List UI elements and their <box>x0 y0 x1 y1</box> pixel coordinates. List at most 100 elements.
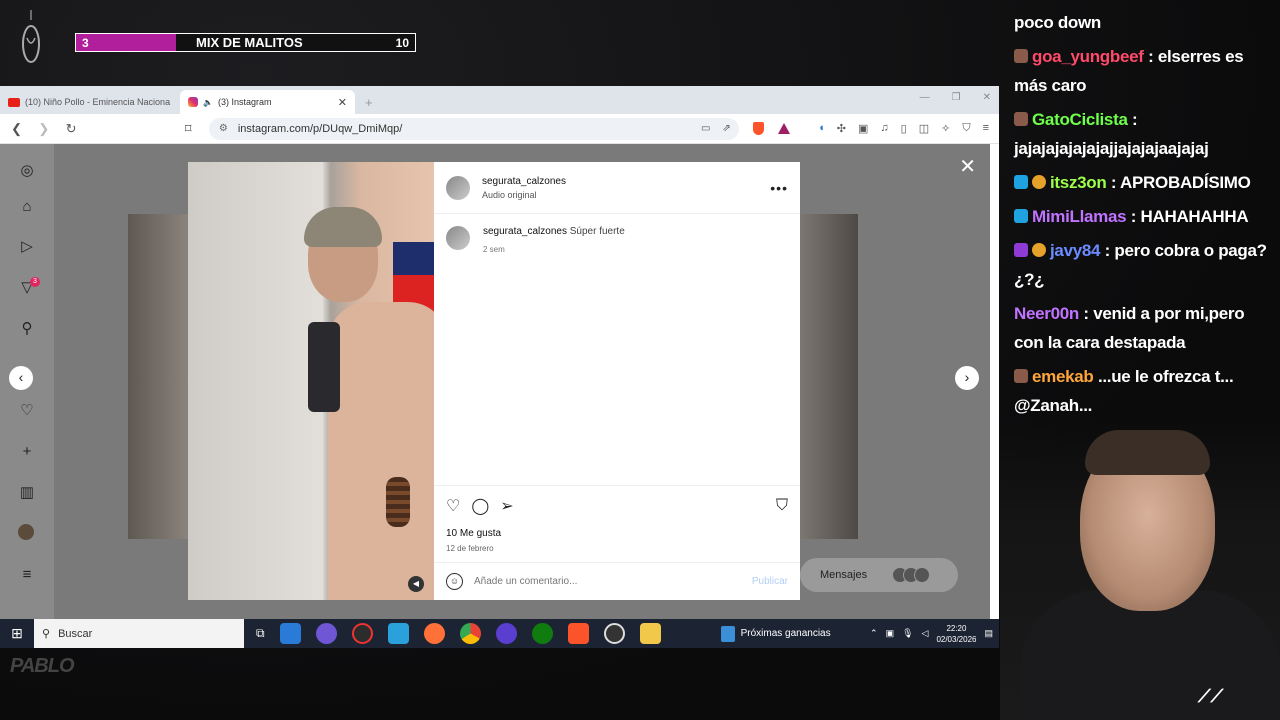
bookmark-icon[interactable]: ⌑ <box>182 121 195 137</box>
volume-icon[interactable]: ◁ <box>922 628 929 639</box>
puma-logo-icon: ⟋⟋ <box>1198 686 1224 706</box>
home-icon[interactable]: ⌂ <box>18 198 36 216</box>
forward-icon[interactable]: ❯ <box>37 121 50 137</box>
likes-count[interactable]: 10 Me gusta <box>446 528 788 539</box>
save-icon[interactable]: ⛉ <box>776 497 788 515</box>
restore-button[interactable]: ❐ <box>952 92 961 103</box>
emoji-icon[interactable]: ☺ <box>446 573 463 590</box>
badge-icon <box>1014 112 1028 126</box>
microphone-icon[interactable]: 🎙 <box>902 628 913 639</box>
publish-button[interactable]: Publicar <box>752 576 788 587</box>
post-modal: ◀ segurata_calzones Audio original ••• s… <box>188 162 800 600</box>
chat-message: MimiLlamas : HAHAHAHHA <box>1014 202 1276 231</box>
new-tab-button[interactable]: + <box>365 95 373 110</box>
caption-time: 2 sem <box>483 245 505 254</box>
music-icon[interactable]: ♫ <box>880 122 888 135</box>
instagram-logo-icon[interactable]: ◎ <box>18 162 36 180</box>
audio-icon[interactable]: ◖ <box>818 122 825 135</box>
chat-message: emekab ...ue le ofrezca t... @Zanah... <box>1014 362 1276 420</box>
cast-icon[interactable]: ▭ <box>701 123 710 134</box>
like-icon[interactable]: ♡ <box>446 496 460 516</box>
notifications-icon[interactable]: ♡ <box>18 402 36 420</box>
minimize-button[interactable]: — <box>920 92 930 103</box>
streamer-logo-icon <box>22 10 40 63</box>
site-settings-icon[interactable]: ⚙ <box>219 123 228 134</box>
badge-icon <box>1014 243 1028 257</box>
next-post-button[interactable]: › <box>955 366 979 390</box>
chrome-icon[interactable] <box>459 623 481 644</box>
taskbar-search[interactable]: ⚲ Buscar <box>34 619 244 648</box>
comment-icon[interactable]: ◯ <box>471 496 489 516</box>
task-view-icon[interactable]: ⧉ <box>256 626 265 641</box>
network-icon[interactable]: ▣ <box>886 628 895 639</box>
badge-icon <box>1014 175 1028 189</box>
tab-instagram[interactable]: 🔈 (3) Instagram ✕ <box>180 90 355 114</box>
comment-input[interactable]: Añade un comentario... <box>474 576 577 587</box>
more-menu-icon[interactable]: ≡ <box>18 566 36 584</box>
create-icon[interactable]: + <box>18 443 36 461</box>
volume-icon[interactable]: ◀ <box>408 576 424 592</box>
xbox-icon[interactable] <box>531 623 553 644</box>
brave-shields-icon[interactable] <box>752 122 765 135</box>
chat-username: Neer00n <box>1014 304 1079 323</box>
reload-icon[interactable]: ↻ <box>64 121 77 137</box>
close-modal-icon[interactable]: ✕ <box>959 154 976 179</box>
author-username[interactable]: segurata_calzones <box>482 176 566 187</box>
wallet-icon[interactable]: ◫ <box>919 122 929 135</box>
share-icon[interactable]: ➢ <box>500 496 513 516</box>
address-bar[interactable]: ⚙ instagram.com/p/DUqw_DmiMqp/ ▭ ⇗ <box>208 117 739 140</box>
media-player-icon[interactable] <box>495 623 517 644</box>
chat-message: goa_yungbeef : elserres es más caro <box>1014 42 1276 100</box>
clock[interactable]: 22:20 02/03/2026 <box>936 623 976 645</box>
notification-badge: 3 <box>30 277 40 287</box>
tab-youtube[interactable]: (10) Niño Pollo - Eminencia Naciona <box>0 90 180 114</box>
windows-start-icon[interactable]: ⊞ <box>0 625 34 642</box>
menu-icon[interactable]: ≡ <box>983 122 989 135</box>
obs-icon[interactable] <box>603 623 625 644</box>
window-controls: — ❐ ✕ <box>920 92 991 103</box>
profile-avatar[interactable] <box>18 524 34 540</box>
media-icon[interactable]: ▣ <box>858 122 868 135</box>
more-options-icon[interactable]: ••• <box>770 180 788 196</box>
chat-username: emekab <box>1032 367 1094 386</box>
extension-icon[interactable]: ✣ <box>837 122 846 135</box>
messages-pill[interactable]: Mensajes <box>800 558 958 592</box>
leo-icon[interactable]: ✧ <box>941 122 950 135</box>
news-widget[interactable]: Próximas ganancias <box>720 625 831 642</box>
caption-avatar[interactable] <box>446 226 470 250</box>
reels-icon[interactable]: ▷ <box>18 238 36 256</box>
post-media[interactable]: ◀ <box>188 162 434 600</box>
close-window-button[interactable]: ✕ <box>983 92 991 103</box>
tab-close-icon[interactable]: ✕ <box>338 96 347 109</box>
playlist-bar: 3 MIX DE MALITOS 10 <box>75 33 416 52</box>
address-toolbar: ❮ ❯ ↻ ⌑ ⚙ instagram.com/p/DUqw_DmiMqp/ ▭… <box>0 114 999 144</box>
author-avatar[interactable] <box>446 175 470 200</box>
stream-chat: poco down goa_yungbeef : elserres es más… <box>1014 8 1276 425</box>
speaker-icon: 🔈 <box>203 97 213 107</box>
dashboard-icon[interactable]: ▥ <box>18 484 36 502</box>
comment-box: ☺ Añade un comentario... Publicar <box>434 562 800 600</box>
sidebar-icon[interactable]: ▯ <box>901 122 907 135</box>
telegram-icon[interactable] <box>387 623 409 644</box>
notification-center-icon[interactable]: ▤ <box>984 628 993 639</box>
browser-window: (10) Niño Pollo - Eminencia Naciona 🔈 (3… <box>0 86 999 620</box>
back-icon[interactable]: ❮ <box>10 121 23 137</box>
brave-icon[interactable] <box>567 623 589 644</box>
chat-text: : APROBADÍSIMO <box>1106 173 1251 192</box>
instagram-page: ◎ ⌂ ▷ ▽ 3 ⚲ ♡ + ▥ ≡ ✕ ‹ › Mensajes ◀ seg… <box>0 144 990 620</box>
share-icon[interactable]: ⇗ <box>722 123 730 134</box>
vpn-icon[interactable]: ⛉ <box>962 122 970 135</box>
firefox-icon[interactable] <box>423 623 445 644</box>
brave-rewards-icon[interactable] <box>778 123 791 134</box>
chat-app-icon[interactable] <box>315 623 337 644</box>
search-icon[interactable]: ⚲ <box>18 320 36 338</box>
chevron-up-icon[interactable]: ⌃ <box>870 628 878 639</box>
caption-username[interactable]: segurata_calzones <box>483 226 567 237</box>
audio-label[interactable]: Audio original <box>482 190 566 200</box>
previous-post-button[interactable]: ‹ <box>9 366 33 390</box>
app-icon[interactable] <box>351 623 373 644</box>
store-icon[interactable] <box>279 623 301 644</box>
file-explorer-icon[interactable] <box>639 623 661 644</box>
clock-time: 22:20 <box>946 623 967 633</box>
extensions-area: ◖ ✣ ▣ ♫ ▯ ◫ ✧ ⛉ ≡ <box>818 122 989 135</box>
